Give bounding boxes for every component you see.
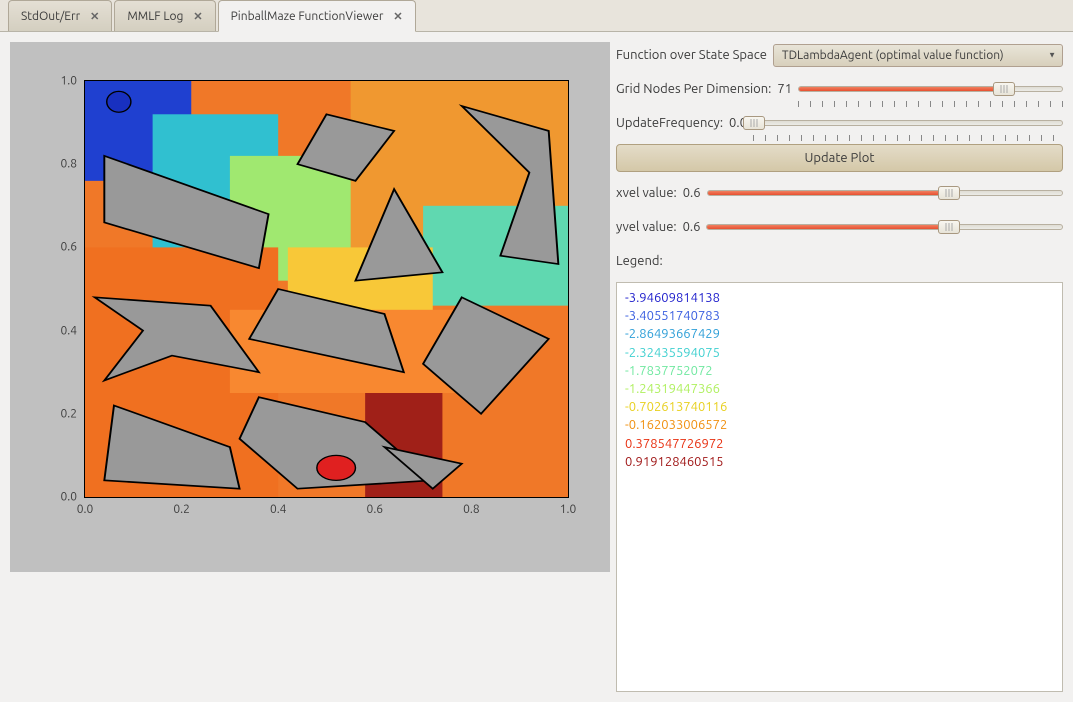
close-icon[interactable]: ✕ [90, 10, 99, 23]
xvel-value: 0.6 [683, 186, 701, 200]
legend-item: 0.919128460515 [625, 453, 1054, 471]
close-icon[interactable]: ✕ [193, 10, 202, 23]
dropdown-value: TDLambdaAgent (optimal value function) [782, 49, 1004, 62]
y-tick: 0.8 [61, 158, 86, 171]
yvel-label: yvel value: [616, 220, 677, 234]
tab-label: MMLF Log [127, 10, 183, 23]
xvel-label: xvel value: [616, 186, 677, 200]
legend-item: -1.24319447366 [625, 380, 1054, 398]
tab-label: StdOut/Err [21, 10, 80, 23]
yvel-slider[interactable] [706, 215, 1063, 239]
update-freq-label: UpdateFrequency: [616, 116, 723, 130]
legend-box: -3.94609814138-3.40551740783-2.864936674… [616, 282, 1063, 692]
slider-ticks [798, 101, 1063, 107]
legend-item: -1.7837752072 [625, 362, 1054, 380]
legend-item: -0.702613740116 [625, 398, 1054, 416]
y-tick: 0.4 [61, 324, 86, 337]
function-label: Function over State Space [616, 48, 767, 62]
tab-function-viewer[interactable]: PinballMaze FunctionViewer ✕ [218, 0, 416, 32]
grid-nodes-slider[interactable] [798, 77, 1063, 101]
legend-label: Legend: [616, 254, 663, 268]
update-freq-slider[interactable] [753, 111, 1063, 135]
slider-fill [708, 191, 949, 195]
slider-ticks [753, 135, 1063, 141]
button-label: Update Plot [805, 151, 875, 165]
slider-thumb[interactable] [938, 220, 960, 234]
x-tick: 0.4 [270, 497, 287, 516]
plot-canvas: 0.0 0.2 0.4 0.6 0.8 1.0 0.0 0.2 0.4 0.6 … [10, 42, 610, 572]
tab-mmlf-log[interactable]: MMLF Log ✕ [114, 0, 215, 31]
grid-nodes-label: Grid Nodes Per Dimension: [616, 82, 771, 96]
function-dropdown[interactable]: TDLambdaAgent (optimal value function) [773, 44, 1063, 67]
update-plot-button[interactable]: Update Plot [616, 144, 1063, 172]
legend-item: -2.32435594075 [625, 344, 1054, 362]
obstacles-svg [85, 81, 568, 497]
x-tick: 0.0 [77, 497, 94, 516]
legend-item: -3.94609814138 [625, 289, 1054, 307]
legend-item: 0.378547726972 [625, 435, 1054, 453]
yvel-value: 0.6 [683, 220, 701, 234]
y-tick: 0.2 [61, 407, 86, 420]
legend-item: -2.86493667429 [625, 325, 1054, 343]
slider-thumb[interactable] [993, 82, 1015, 96]
x-tick: 0.6 [367, 497, 384, 516]
legend-item: -3.40551740783 [625, 307, 1054, 325]
slider-thumb[interactable] [938, 186, 960, 200]
tab-bar: StdOut/Err ✕ MMLF Log ✕ PinballMaze Func… [0, 0, 1073, 32]
close-icon[interactable]: ✕ [393, 10, 402, 23]
x-tick: 0.8 [463, 497, 480, 516]
plot-axes: 0.0 0.2 0.4 0.6 0.8 1.0 0.0 0.2 0.4 0.6 … [84, 80, 569, 498]
y-tick: 0.6 [61, 241, 86, 254]
controls-panel: Function over State Space TDLambdaAgent … [616, 42, 1063, 692]
slider-fill [799, 87, 1004, 91]
x-tick: 1.0 [560, 497, 577, 516]
xvel-slider[interactable] [707, 181, 1063, 205]
tab-stdout[interactable]: StdOut/Err ✕ [8, 0, 112, 31]
content-area: 0.0 0.2 0.4 0.6 0.8 1.0 0.0 0.2 0.4 0.6 … [0, 32, 1073, 702]
grid-nodes-value: 71 [777, 82, 792, 96]
x-tick: 0.2 [173, 497, 190, 516]
y-tick: 1.0 [61, 75, 86, 88]
legend-item: -0.162033006572 [625, 416, 1054, 434]
slider-fill [707, 225, 948, 229]
slider-thumb[interactable] [743, 116, 765, 130]
tab-label: PinballMaze FunctionViewer [231, 10, 384, 23]
